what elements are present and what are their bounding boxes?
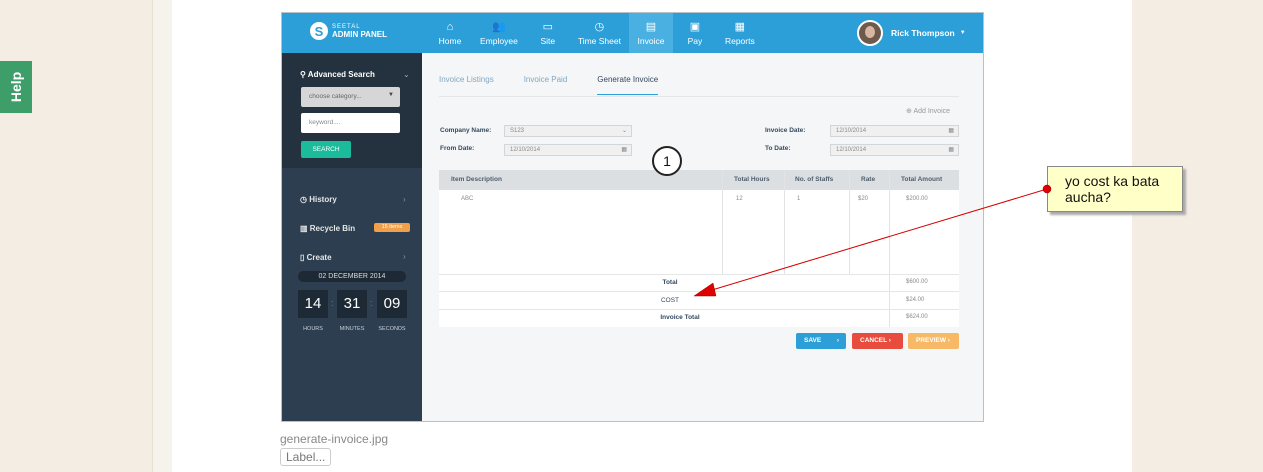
- arrow-head: [693, 282, 717, 297]
- arrow-line: [711, 188, 1048, 291]
- annotation-note[interactable]: yo cost ka bata aucha?: [1047, 166, 1183, 212]
- annotation-arrow: [693, 188, 1048, 297]
- image-caption: generate-invoice.jpg: [280, 432, 389, 446]
- label-button[interactable]: Label...: [280, 448, 332, 466]
